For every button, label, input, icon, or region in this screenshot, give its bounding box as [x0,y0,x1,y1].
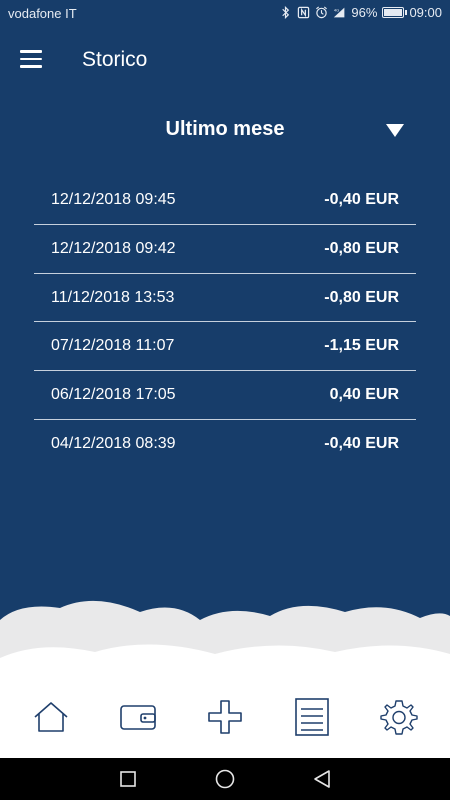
home-circle-icon [215,769,235,789]
clock: 09:00 [409,5,442,20]
nav-history[interactable] [286,691,338,743]
svg-text:4G: 4G [334,8,339,13]
transaction-amount: -0,40 EUR [324,434,399,452]
settings-gear-icon [379,700,418,735]
wallet-icon [120,705,156,730]
transaction-row[interactable]: 12/12/2018 09:45 -0,40 EUR [34,176,416,225]
transaction-date: 06/12/2018 17:05 [51,386,176,404]
transaction-date: 12/12/2018 09:45 [51,191,176,208]
transaction-amount: -1,15 EUR [324,337,399,355]
home-icon [34,702,68,732]
recent-apps-icon [120,771,137,787]
battery-icon [382,7,408,18]
transaction-list: 12/12/2018 09:45 -0,40 EUR 12/12/2018 09:4… [34,176,416,469]
transaction-date: 04/12/2018 08:39 [51,434,176,452]
home-button[interactable] [210,764,240,794]
bottom-nav [0,676,450,758]
back-button[interactable] [307,764,337,794]
transaction-row[interactable]: 04/12/2018 08:39 -0,40 EUR [34,420,416,469]
add-icon [208,700,242,734]
system-nav-bar [0,758,450,800]
transaction-row[interactable]: 11/12/2018 13:53 -0,80 EUR [34,274,416,323]
nav-home[interactable] [25,691,77,743]
history-list-icon [294,698,329,736]
carrier-label: vodafone IT [8,6,77,21]
transaction-date: 12/12/2018 09:42 [51,239,176,257]
page-title: Storico [82,48,148,71]
recent-apps-button[interactable] [113,764,143,794]
transaction-row[interactable]: 07/12/2018 11:07 -1,15 EUR [34,322,416,372]
nav-settings[interactable] [373,691,425,743]
nav-add[interactable] [199,691,251,743]
nav-wallet[interactable] [112,691,164,743]
status-icons: 4G 96% 09:00 [279,5,442,20]
clouds-decoration [0,600,450,690]
transaction-row[interactable]: 12/12/2018 09:42 -0,80 EUR [34,225,416,274]
battery-percent: 96% [351,5,378,20]
alarm-icon [316,6,328,19]
transaction-amount: -0,40 EUR [324,191,399,208]
transaction-amount: -0,80 EUR [324,239,399,257]
transaction-amount: 0,40 EUR [329,386,399,404]
period-label: Ultimo mese [165,118,285,140]
back-triangle-icon [313,770,330,788]
period-dropdown[interactable]: Ultimo mese [0,108,450,154]
signal-icon: 4G [334,7,345,18]
transaction-date: 07/12/2018 11:07 [51,337,175,355]
status-bar: vodafone IT 4G 96% 09:00 [0,0,450,28]
transaction-date: 11/12/2018 13:53 [51,288,175,306]
transaction-row[interactable]: 06/12/2018 17:05 0,40 EUR [34,371,416,420]
dropdown-caret-icon[interactable] [386,124,404,137]
hamburger-menu-icon[interactable] [20,50,44,70]
nfc-icon [298,6,310,19]
bluetooth-icon [282,6,290,19]
transaction-amount: -0,80 EUR [324,288,399,306]
app-bar: Storico [0,28,450,92]
